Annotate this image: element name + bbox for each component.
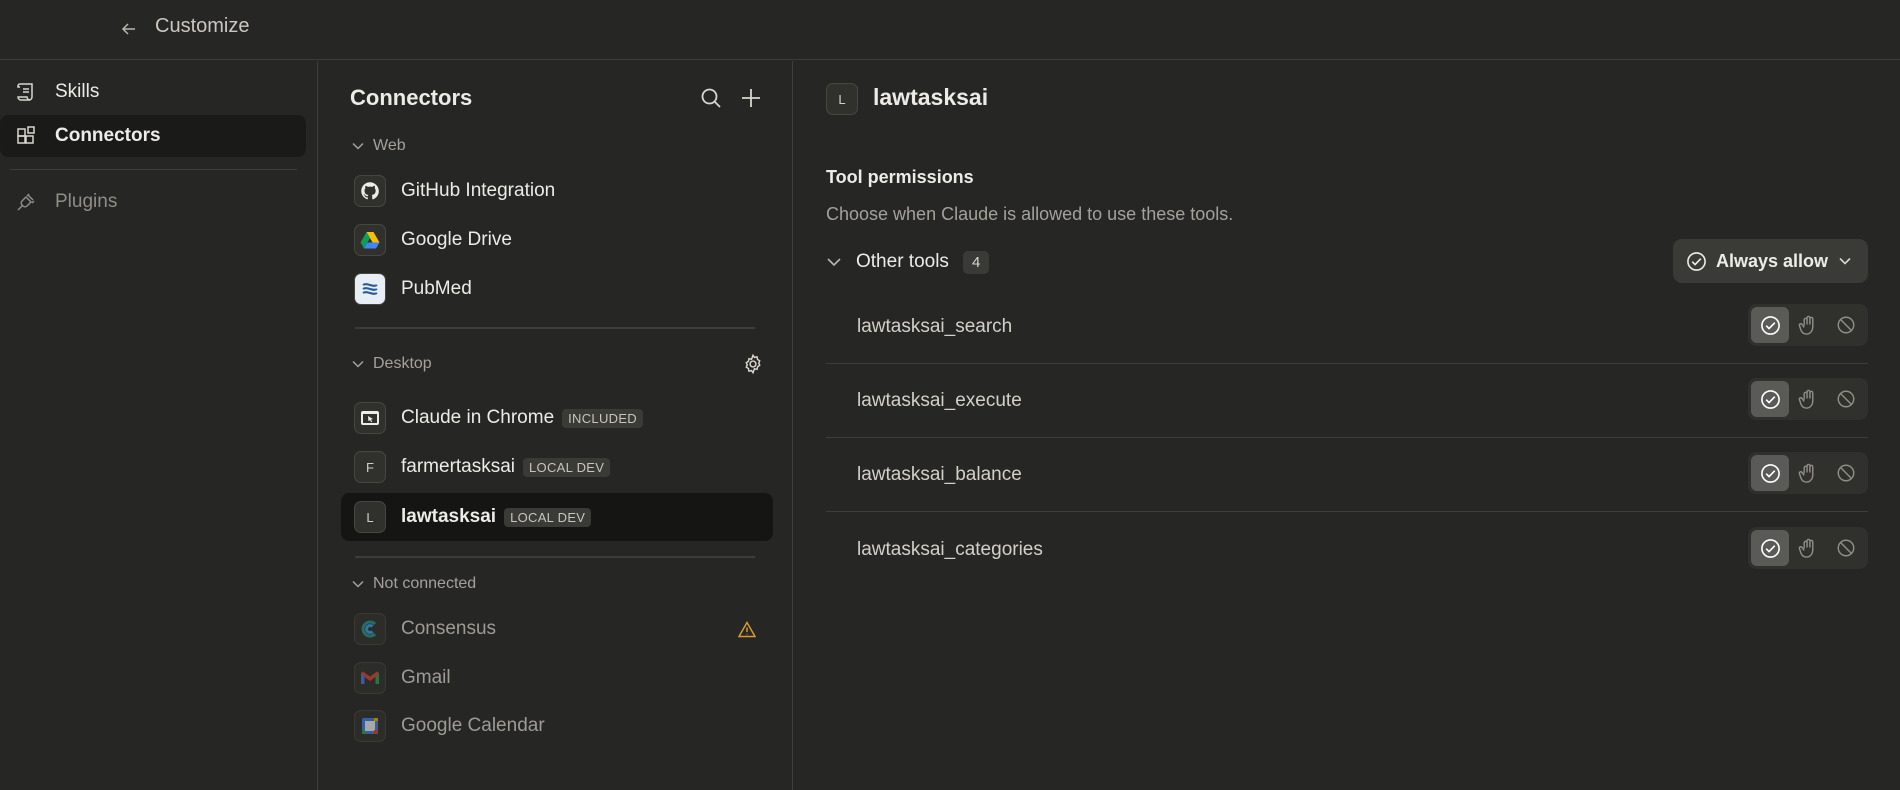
sidebar-item-plugins[interactable]: Plugins [0, 181, 306, 223]
tool-permission-toggle [1748, 304, 1868, 346]
top-bar: Customize [0, 0, 1900, 60]
sidebar-item-connectors[interactable]: Connectors [0, 115, 306, 157]
back-arrow-icon[interactable] [118, 18, 140, 40]
connector-label: Gmail [401, 667, 451, 688]
google-calendar-icon [354, 710, 386, 742]
tool-group-label: Other tools [856, 251, 949, 272]
connector-label: Google Drive [401, 229, 512, 250]
permissions-title: Tool permissions [826, 167, 974, 187]
plug-icon [13, 189, 39, 215]
section-divider [355, 327, 755, 329]
section-label: Not connected [373, 575, 477, 592]
tool-name: lawtasksai_balance [857, 463, 1022, 485]
chrome-cursor-icon [354, 402, 386, 434]
connector-label: PubMed [401, 278, 472, 299]
warning-icon [737, 619, 757, 639]
consensus-icon [354, 613, 386, 645]
tool-name: lawtasksai_search [857, 315, 1013, 337]
hand-icon[interactable] [1789, 307, 1827, 343]
connector-google-drive[interactable]: Google Drive [341, 216, 773, 264]
tool-name: lawtasksai_execute [857, 389, 1022, 411]
tool-row: lawtasksai_categories [826, 513, 1868, 587]
letter-avatar: L [826, 83, 858, 115]
connector-pubmed[interactable]: PubMed [341, 265, 773, 313]
connector-label: lawtasksai [401, 506, 497, 527]
section-label: Desktop [373, 355, 432, 372]
sidebar: Skills Connectors Plugins [0, 61, 318, 790]
tool-permission-toggle [1748, 452, 1868, 494]
hand-icon[interactable] [1789, 530, 1827, 566]
section-web-toggle[interactable]: Web [351, 134, 406, 158]
sidebar-item-label: Connectors [55, 125, 161, 146]
gear-icon[interactable] [740, 351, 766, 377]
hand-icon[interactable] [1789, 381, 1827, 417]
chevron-down-icon [352, 142, 364, 150]
connector-farmertasksai[interactable]: F farmertasksai LOCAL DEV [341, 443, 773, 491]
tool-group-toggle[interactable]: Other tools 4 [826, 244, 990, 280]
github-icon [354, 175, 386, 207]
connector-label: Consensus [401, 618, 497, 639]
connectors-icon [13, 123, 39, 149]
connector-label: GitHub Integration [401, 180, 556, 201]
local-dev-badge: LOCAL DEV [523, 457, 611, 477]
tool-row: lawtasksai_execute [826, 364, 1868, 438]
connector-title: lawtasksai [873, 84, 989, 110]
connector-label: Google Calendar [401, 715, 545, 736]
check-circle-icon [1687, 251, 1706, 271]
connector-lawtasksai[interactable]: L lawtasksai LOCAL DEV [341, 493, 773, 541]
section-desktop-toggle[interactable]: Desktop [351, 352, 432, 376]
chevron-down-icon [352, 360, 364, 368]
section-divider [355, 556, 755, 558]
chevron-down-icon [826, 254, 846, 270]
google-drive-icon [354, 224, 386, 256]
gmail-icon [354, 662, 386, 694]
included-badge: INCLUDED [562, 408, 643, 428]
connector-gmail[interactable]: Gmail [341, 654, 773, 702]
tool-permission-toggle [1748, 378, 1868, 420]
sidebar-divider [10, 169, 297, 170]
sidebar-item-skills[interactable]: Skills [0, 71, 306, 113]
sidebar-item-label: Plugins [55, 191, 118, 212]
block-icon[interactable] [1827, 455, 1865, 491]
tool-permission-toggle [1748, 527, 1868, 569]
letter-avatar: F [354, 451, 386, 483]
tool-name: lawtasksai_categories [857, 539, 1043, 560]
connector-github[interactable]: GitHub Integration [341, 167, 773, 215]
scroll-icon [13, 79, 39, 105]
check-circle-icon[interactable] [1751, 307, 1789, 343]
local-dev-badge: LOCAL DEV [504, 507, 592, 527]
add-icon[interactable] [737, 84, 765, 112]
connector-consensus[interactable]: Consensus [341, 605, 773, 653]
connector-detail-panel: L lawtasksai Tool permissions Choose whe… [794, 61, 1900, 790]
group-permission-dropdown[interactable]: Always allow [1673, 239, 1868, 283]
hand-icon[interactable] [1789, 455, 1827, 491]
connector-label: Claude in Chrome [401, 407, 555, 428]
check-circle-icon[interactable] [1751, 381, 1789, 417]
block-icon[interactable] [1827, 307, 1865, 343]
tool-count-badge: 4 [962, 250, 990, 274]
letter-avatar: L [354, 501, 386, 533]
section-label: Web [373, 137, 406, 154]
chevron-down-icon [352, 580, 364, 588]
connector-claude-in-chrome[interactable]: Claude in Chrome INCLUDED [341, 394, 773, 442]
section-not-connected-toggle[interactable]: Not connected [351, 572, 476, 596]
chevron-down-icon [1838, 254, 1852, 268]
group-permission-label: Always allow [1716, 250, 1829, 271]
page-title: Customize [155, 15, 250, 37]
block-icon[interactable] [1827, 381, 1865, 417]
connectors-panel: Connectors Web GitHub Integration Google… [319, 61, 793, 790]
connector-label: farmertasksai [401, 456, 516, 477]
connectors-title: Connectors [350, 85, 473, 110]
check-circle-icon[interactable] [1751, 530, 1789, 566]
sidebar-item-label: Skills [55, 81, 100, 102]
block-icon[interactable] [1827, 530, 1865, 566]
connector-google-calendar[interactable]: Google Calendar [341, 702, 773, 750]
check-circle-icon[interactable] [1751, 455, 1789, 491]
pubmed-icon [354, 273, 386, 305]
tool-row: lawtasksai_balance [826, 438, 1868, 512]
tool-row: lawtasksai_search [826, 290, 1868, 364]
search-icon[interactable] [697, 84, 725, 112]
permissions-description: Choose when Claude is allowed to use the… [826, 204, 1234, 224]
